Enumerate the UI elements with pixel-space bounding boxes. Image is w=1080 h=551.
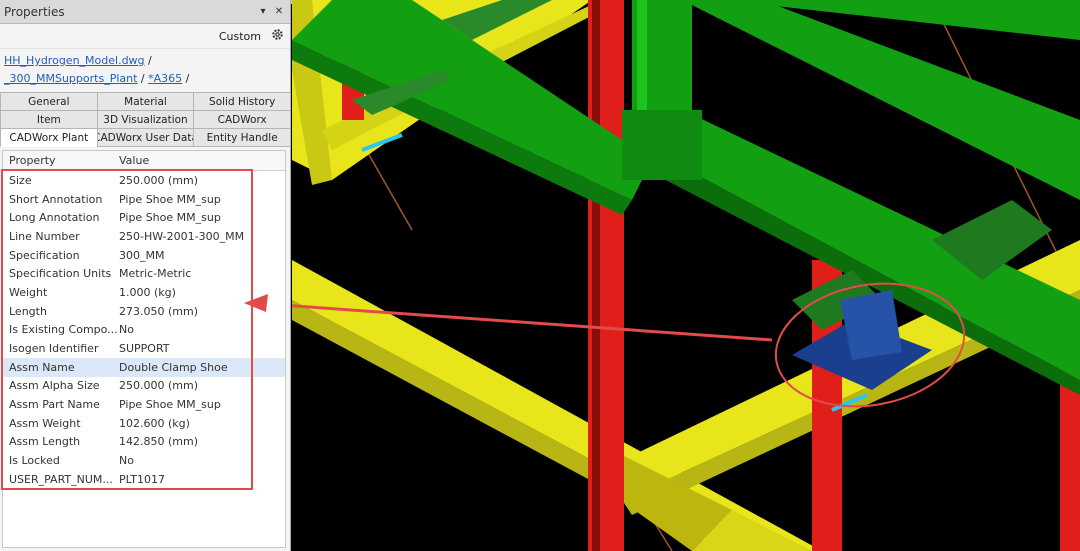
property-name: Specification Units bbox=[9, 267, 112, 281]
property-value[interactable]: Pipe Shoe MM_sup bbox=[119, 193, 285, 206]
property-value[interactable]: SUPPORT bbox=[119, 342, 285, 355]
custom-label[interactable]: Custom bbox=[219, 30, 261, 43]
property-name: Short Annotation bbox=[9, 192, 103, 206]
column-header-value[interactable]: Value bbox=[119, 154, 149, 167]
panel-title: Properties bbox=[4, 4, 65, 19]
property-value[interactable]: PLT1017 bbox=[119, 473, 285, 486]
breadcrumb-separator: / bbox=[144, 54, 152, 67]
property-row[interactable]: Specification 300_MM bbox=[3, 246, 285, 265]
property-name: Is Existing Compo... bbox=[9, 323, 118, 337]
property-value[interactable]: No bbox=[119, 323, 285, 336]
tab-3d-visualization[interactable]: 3D Visualization bbox=[96, 110, 195, 129]
property-name: Size bbox=[9, 173, 32, 187]
column-header-property[interactable]: Property bbox=[3, 154, 119, 167]
property-value[interactable]: 250-HW-2001-300_MM bbox=[119, 230, 285, 243]
property-name: Assm Weight bbox=[9, 416, 81, 430]
tab-cadworx-user-data[interactable]: CADWorx User Data bbox=[96, 128, 195, 147]
property-value[interactable]: 250.000 (mm) bbox=[119, 174, 285, 187]
property-row[interactable]: Assm Weight 102.600 (kg) bbox=[3, 414, 285, 433]
property-name: Assm Part Name bbox=[9, 398, 100, 412]
property-row[interactable]: Assm Alpha Size 250.000 (mm) bbox=[3, 377, 285, 396]
custom-row: Custom bbox=[0, 24, 290, 49]
property-name: Is Locked bbox=[9, 454, 60, 468]
breadcrumb: HH_Hydrogen_Model.dwg / _300_MMSupports_… bbox=[0, 49, 290, 88]
tab-entity-handle[interactable]: Entity Handle bbox=[193, 128, 292, 147]
callout-arrow-head bbox=[244, 294, 268, 312]
property-value[interactable]: No bbox=[119, 454, 285, 467]
property-row[interactable]: Assm Part Name Pipe Shoe MM_sup bbox=[3, 395, 285, 414]
property-name: Specification bbox=[9, 248, 80, 262]
property-name: Long Annotation bbox=[9, 211, 100, 225]
tab-cadworx-plant[interactable]: CADWorx Plant bbox=[0, 128, 98, 147]
property-tabs: General Material Solid History Item 3D V… bbox=[0, 92, 292, 147]
tab-item[interactable]: Item bbox=[0, 110, 98, 129]
property-value[interactable]: 300_MM bbox=[119, 249, 285, 262]
property-value[interactable]: Double Clamp Shoe bbox=[119, 361, 285, 374]
property-row[interactable]: Size 250.000 (mm) bbox=[3, 171, 285, 190]
tab-cadworx[interactable]: CADWorx bbox=[193, 110, 292, 129]
grid-rows: Size 250.000 (mm) Short Annotation Pipe Sho… bbox=[3, 171, 285, 489]
property-name: Assm Name bbox=[9, 360, 75, 374]
tab-solid-history[interactable]: Solid History bbox=[193, 92, 292, 111]
property-row[interactable]: Assm Name Double Clamp Shoe bbox=[3, 357, 285, 377]
property-value[interactable]: Pipe Shoe MM_sup bbox=[119, 211, 285, 224]
gear-icon[interactable] bbox=[271, 28, 284, 44]
property-row[interactable]: Is Existing Compo... No bbox=[3, 321, 285, 340]
breadcrumb-separator: / bbox=[137, 72, 145, 85]
property-name: Length bbox=[9, 304, 47, 318]
tab-general[interactable]: General bbox=[0, 92, 98, 111]
property-value[interactable]: 250.000 (mm) bbox=[119, 379, 285, 392]
property-row[interactable]: USER_PART_NUM... PLT1017 bbox=[3, 470, 285, 489]
breadcrumb-file-link[interactable]: HH_Hydrogen_Model.dwg bbox=[4, 54, 145, 67]
tab-row-3: CADWorx Plant CADWorx User Data Entity H… bbox=[0, 128, 292, 147]
property-name: Line Number bbox=[9, 229, 80, 243]
property-value[interactable]: Pipe Shoe MM_sup bbox=[119, 398, 285, 411]
property-row[interactable]: Is Locked No bbox=[3, 451, 285, 470]
property-name: Isogen Identifier bbox=[9, 342, 99, 356]
pin-icon[interactable]: ▾ bbox=[256, 5, 270, 19]
property-value[interactable]: 142.850 (mm) bbox=[119, 435, 285, 448]
property-value[interactable]: Metric-Metric bbox=[119, 267, 285, 280]
property-value[interactable]: 102.600 (kg) bbox=[119, 417, 285, 430]
property-row[interactable]: Specification Units Metric-Metric bbox=[3, 264, 285, 283]
properties-panel: Properties ▾ ✕ Custom HH_Hydrogen_Model.… bbox=[0, 0, 292, 551]
property-name: Weight bbox=[9, 285, 48, 299]
breadcrumb-separator: / bbox=[182, 72, 190, 85]
property-row[interactable]: Isogen Identifier SUPPORT bbox=[3, 339, 285, 358]
property-row[interactable]: Assm Length 142.850 (mm) bbox=[3, 433, 285, 452]
3d-viewport[interactable] bbox=[292, 0, 1080, 551]
property-row[interactable]: Long Annotation Pipe Shoe MM_sup bbox=[3, 208, 285, 227]
breadcrumb-folder-link[interactable]: _300_MMSupports_Plant bbox=[4, 72, 137, 85]
close-icon[interactable]: ✕ bbox=[272, 5, 286, 19]
property-name: Assm Alpha Size bbox=[9, 379, 100, 393]
property-name: Assm Length bbox=[9, 435, 81, 449]
property-row[interactable]: Short Annotation Pipe Shoe MM_sup bbox=[3, 190, 285, 209]
tab-row-2: Item 3D Visualization CADWorx bbox=[0, 110, 292, 129]
breadcrumb-item-link[interactable]: *A365 bbox=[148, 72, 182, 85]
grid-header: Property Value bbox=[3, 151, 285, 171]
tab-row-1: General Material Solid History bbox=[0, 92, 292, 111]
property-row[interactable]: Line Number 250-HW-2001-300_MM bbox=[3, 227, 285, 246]
tab-material[interactable]: Material bbox=[96, 92, 195, 111]
property-name: USER_PART_NUM... bbox=[9, 472, 113, 486]
property-grid: Property Value Size 250.000 (mm) Short Ann… bbox=[2, 150, 286, 548]
panel-titlebar: Properties ▾ ✕ bbox=[0, 0, 290, 24]
